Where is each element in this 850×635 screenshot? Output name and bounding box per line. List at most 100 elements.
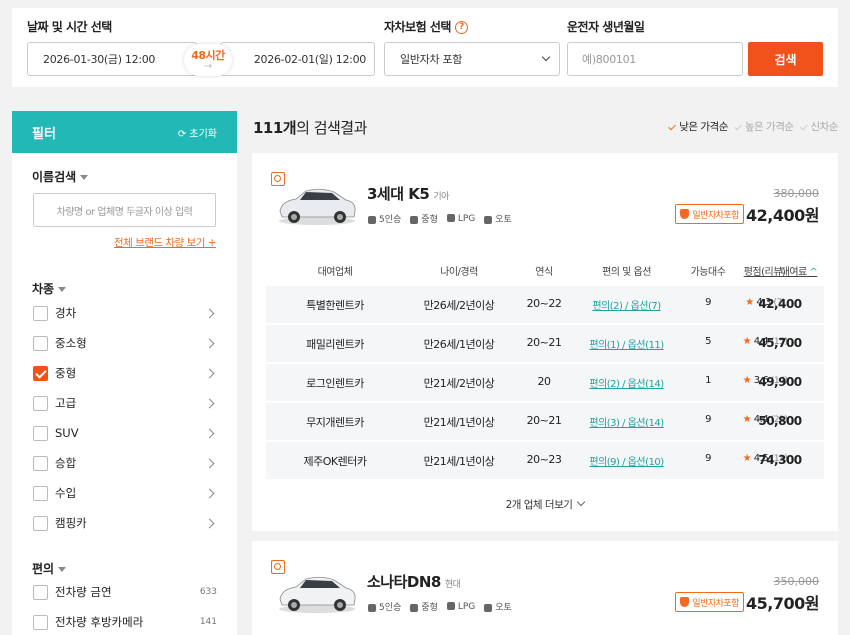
size-spec: 중형 xyxy=(410,212,438,225)
person-icon xyxy=(368,215,376,224)
transmission-spec: 오토 xyxy=(484,600,512,613)
sort-high-price[interactable]: 높은 가격순 xyxy=(733,119,794,134)
filter-sidebar: 필터 ⟳ 초기화 이름검색 차량명 or 업체명 두글자 이상 입력 전체 브랜… xyxy=(12,111,237,635)
chevron-right-icon xyxy=(204,458,215,468)
options-link[interactable]: 편의(1) / 옵션(11) xyxy=(574,336,679,351)
checkbox[interactable] xyxy=(33,485,48,501)
checkbox[interactable] xyxy=(33,335,48,351)
car-image xyxy=(279,188,356,225)
checkbox-checked[interactable] xyxy=(33,365,48,381)
fuel-spec: LPG xyxy=(446,602,475,612)
checkbox[interactable] xyxy=(33,614,48,630)
filter-title: 필터 xyxy=(32,126,56,142)
chevron-right-icon xyxy=(204,368,215,378)
col-fee[interactable]: 대여료 ^ xyxy=(750,263,848,278)
checkbox[interactable] xyxy=(33,425,48,441)
price: 45,700원 xyxy=(746,594,819,613)
car-type-item[interactable]: 캠핑카 xyxy=(33,513,217,533)
sort-options: 낮은 가격순 높은 가격순 신차순 xyxy=(668,119,839,134)
convenience-item[interactable]: 전차량 금연 633 xyxy=(33,582,217,602)
shield-icon xyxy=(680,597,690,607)
car-name[interactable]: 3세대 K5 기아 xyxy=(367,183,449,204)
col-options: 편의 및 옵션 xyxy=(602,267,651,278)
car-type-item[interactable]: 경차 xyxy=(33,303,217,323)
car-type-label[interactable]: 차종 xyxy=(32,280,67,297)
name-search-input[interactable]: 차량명 or 업체명 두글자 이상 입력 xyxy=(33,193,216,227)
seats-spec: 5인승 xyxy=(368,212,401,225)
fuel-drop-icon xyxy=(446,602,455,610)
col-qty: 가능대수 xyxy=(690,267,726,278)
col-company: 대여업체 xyxy=(317,267,353,278)
table-row[interactable]: 패밀리렌트카 만26세/1년이상 20~21 편의(1) / 옵션(11) 5 … xyxy=(266,325,824,362)
shield-icon xyxy=(680,209,690,219)
car-card[interactable]: 3세대 K5 기아 5인승 중형 LPG 오토 380,000 일반자차포함 42… xyxy=(252,153,838,531)
table-row[interactable]: 무지개렌트카 만21세/1년이상 20~21 편의(3) / 옵션(14) 9 … xyxy=(266,403,824,440)
sort-asc-icon: ^ xyxy=(806,267,818,278)
convenience-item[interactable]: 전차량 후방카메라 141 xyxy=(33,612,217,632)
options-link[interactable]: 편의(2) / 옵션(7) xyxy=(574,297,679,312)
checkbox[interactable] xyxy=(33,455,48,471)
chevron-right-icon xyxy=(204,308,215,318)
show-more-button[interactable]: 2개 업체 더보기 xyxy=(252,497,838,512)
original-price: 350,000 xyxy=(773,575,820,588)
insurance-badge: 일반자차포함 xyxy=(675,592,744,612)
car-icon xyxy=(410,603,419,612)
chevron-right-icon xyxy=(204,488,215,498)
transmission-spec: 오토 xyxy=(484,212,512,225)
car-brand: 기아 xyxy=(433,192,449,202)
check-icon xyxy=(733,122,742,131)
table-row[interactable]: 특별한렌트카 만26세/2년이상 20~22 편의(2) / 옵션(7) 9 ★… xyxy=(266,286,824,323)
search-bar: 날짜 및 시간 선택 2026-01-30(금) 12:00 2026-02-0… xyxy=(12,8,838,87)
options-link[interactable]: 편의(3) / 옵션(14) xyxy=(574,414,679,429)
sort-new-car[interactable]: 신차순 xyxy=(799,119,839,134)
table-row[interactable]: 로그인렌트카 만21세/2년이상 20 편의(2) / 옵션(14) 1 ★ 3… xyxy=(266,364,824,401)
sort-low-price[interactable]: 낮은 가격순 xyxy=(668,119,728,134)
checkbox[interactable] xyxy=(33,395,48,411)
table-row[interactable]: 제주OK렌터카 만21세/1년이상 20~23 편의(9) / 옵션(10) 9… xyxy=(266,442,824,479)
original-price: 380,000 xyxy=(773,187,820,200)
car-type-item[interactable]: SUV xyxy=(33,423,217,443)
insurance-value: 일반자차 포함 xyxy=(400,53,463,66)
check-icon xyxy=(668,122,677,131)
caret-down-icon xyxy=(58,567,67,572)
checkbox[interactable] xyxy=(33,584,48,600)
help-icon[interactable]: ? xyxy=(454,21,468,34)
chevron-right-icon xyxy=(204,338,215,348)
car-image xyxy=(279,576,356,613)
all-brands-link[interactable]: 전체 브랜드 차량 보기 + xyxy=(114,235,217,250)
reset-button[interactable]: ⟳ 초기화 xyxy=(178,125,217,140)
fuel-drop-icon xyxy=(446,214,455,222)
count: 141 xyxy=(199,617,217,627)
person-icon xyxy=(368,603,376,612)
checkbox[interactable] xyxy=(33,515,48,531)
chevron-right-icon xyxy=(204,518,215,528)
convenience-label[interactable]: 편의 xyxy=(32,560,67,577)
car-type-item[interactable]: 승합 xyxy=(33,453,217,473)
birth-input[interactable]: 예)800101 xyxy=(567,42,743,76)
car-specs: 5인승 중형 LPG 오토 xyxy=(368,600,512,613)
birth-label: 운전자 생년월일 xyxy=(567,20,645,34)
options-link[interactable]: 편의(9) / 옵션(10) xyxy=(574,453,679,468)
car-name[interactable]: 소나타DN8 현대 xyxy=(367,571,461,592)
insurance-select[interactable]: 일반자차 포함 xyxy=(384,42,560,76)
car-type-item[interactable]: 수입 xyxy=(33,483,217,503)
caret-down-icon xyxy=(58,287,67,292)
results-count: 111개의 검색결과 xyxy=(253,119,367,137)
name-search-label[interactable]: 이름검색 xyxy=(32,168,89,185)
car-card[interactable]: 소나타DN8 현대 5인승 중형 LPG 오토 350,000 일반자차포함 45… xyxy=(252,541,838,635)
gear-shift-icon xyxy=(484,215,493,224)
options-link[interactable]: 편의(2) / 옵션(14) xyxy=(574,375,679,390)
price: 42,400원 xyxy=(746,206,819,225)
start-date-field[interactable]: 2026-01-30(금) 12:00 xyxy=(27,42,197,76)
car-type-item[interactable]: 고급 xyxy=(33,393,217,413)
check-icon xyxy=(799,122,808,131)
count: 633 xyxy=(199,587,217,597)
chevron-right-icon xyxy=(204,398,215,408)
car-type-item[interactable]: 중소형 xyxy=(33,333,217,353)
car-type-item[interactable]: 중형 xyxy=(33,363,217,383)
end-date-field[interactable]: 2026-02-01(일) 12:00 xyxy=(220,42,375,76)
checkbox[interactable] xyxy=(33,305,48,321)
col-age: 나이/경력 xyxy=(440,267,478,278)
arrow-right-icon: → xyxy=(203,61,213,72)
search-button[interactable]: 검색 xyxy=(748,42,823,76)
